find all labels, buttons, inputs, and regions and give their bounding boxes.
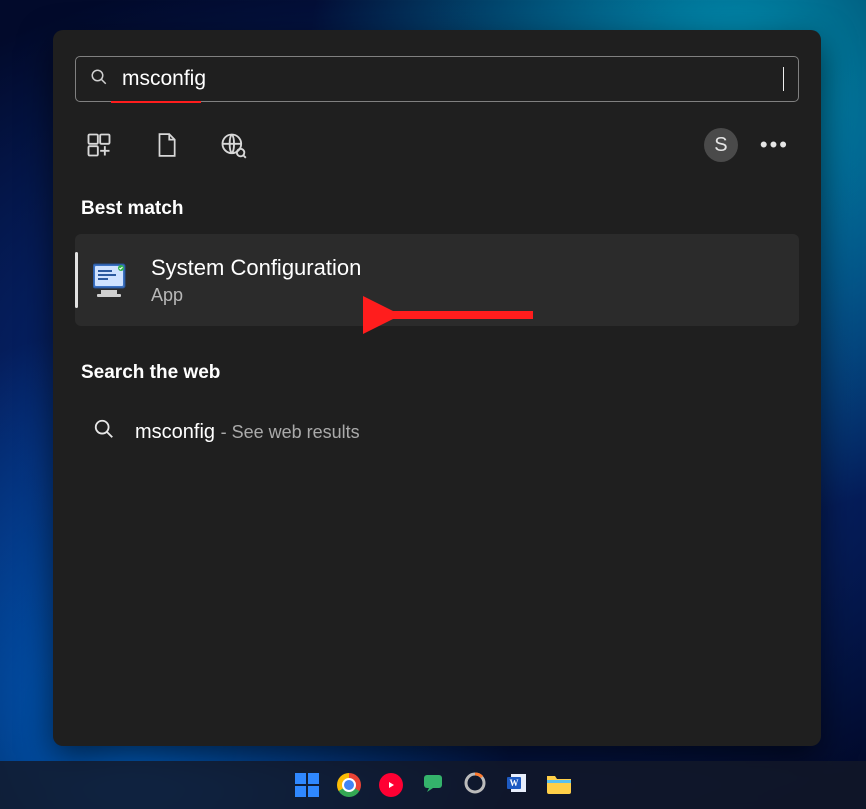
windows-logo-icon <box>295 773 319 797</box>
taskbar-youtube-music[interactable] <box>377 771 405 799</box>
best-match-title: System Configuration <box>151 255 361 281</box>
web-result-suffix: - See web results <box>221 422 360 442</box>
annotation-underline <box>111 101 201 103</box>
section-label-search-web: Search the web <box>81 362 793 384</box>
web-result-row[interactable]: msconfig - See web results <box>75 398 799 446</box>
start-button[interactable] <box>293 771 321 799</box>
web-result-term: msconfig <box>135 421 215 443</box>
youtube-music-icon <box>379 773 403 797</box>
selection-indicator <box>75 252 78 308</box>
section-label-best-match: Best match <box>81 198 793 220</box>
taskbar: W <box>0 761 866 809</box>
filter-row: S ••• <box>75 128 799 162</box>
search-input[interactable] <box>120 66 771 92</box>
chrome-icon <box>337 773 361 797</box>
taskbar-file-explorer[interactable] <box>545 771 573 799</box>
system-configuration-icon <box>93 262 131 298</box>
filter-documents-icon[interactable] <box>153 131 179 159</box>
best-match-result[interactable]: System Configuration App <box>75 234 799 326</box>
more-options-icon[interactable]: ••• <box>760 132 789 158</box>
taskbar-chrome[interactable] <box>335 771 363 799</box>
taskbar-chat[interactable] <box>419 771 447 799</box>
file-explorer-icon <box>546 772 572 799</box>
filter-apps-icon[interactable] <box>85 131 113 159</box>
ring-app-icon <box>463 771 487 800</box>
search-box[interactable] <box>75 56 799 102</box>
start-search-panel: S ••• Best match System Configuration Ap… <box>53 30 821 746</box>
svg-text:W: W <box>510 778 519 788</box>
filter-web-icon[interactable] <box>219 131 247 159</box>
word-icon: W <box>505 771 529 800</box>
search-icon <box>90 68 108 91</box>
taskbar-word[interactable]: W <box>503 771 531 799</box>
chat-icon <box>421 771 445 800</box>
user-avatar[interactable]: S <box>704 128 738 162</box>
best-match-subtitle: App <box>151 285 361 306</box>
text-cursor <box>783 67 784 91</box>
search-icon <box>93 418 115 446</box>
taskbar-app-ring[interactable] <box>461 771 489 799</box>
